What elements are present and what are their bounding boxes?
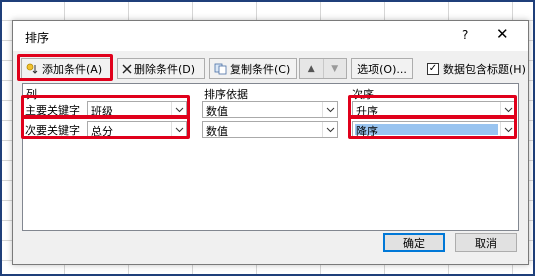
column-header-order: 次序	[352, 88, 374, 101]
move-up-icon: ▲	[307, 63, 315, 74]
delete-level-button[interactable]: 删除条件(D)	[117, 58, 205, 79]
secondary-order-select[interactable]: 降序	[352, 121, 516, 138]
secondary-column-select[interactable]: 总分	[87, 121, 187, 138]
chevron-down-icon	[322, 102, 337, 117]
has-headers-checkbox[interactable]: ✓ 数据包含标题(H)	[427, 61, 526, 77]
chevron-down-icon	[500, 122, 515, 137]
options-label: 选项(O)...	[357, 62, 407, 76]
add-level-button[interactable]: 添加条件(A)	[21, 58, 111, 79]
dialog-title: 排序	[25, 31, 50, 45]
secondary-basis-select[interactable]: 数值	[202, 121, 338, 138]
column-header-col: 列	[26, 88, 37, 101]
move-up-button[interactable]: ▲	[300, 59, 323, 78]
secondary-order-value: 降序	[356, 125, 378, 138]
ok-button[interactable]: 确定	[383, 233, 445, 252]
close-button[interactable]: ✕	[496, 25, 509, 43]
copy-level-label: 复制条件(C)	[230, 62, 291, 76]
dialog-titlebar: 排序 ? ✕	[13, 21, 528, 51]
options-button[interactable]: 选项(O)...	[351, 58, 413, 79]
has-headers-label: 数据包含标题(H)	[443, 63, 526, 76]
cancel-label: 取消	[475, 236, 497, 250]
primary-column-value: 班级	[91, 105, 113, 118]
delete-x-icon	[122, 64, 132, 74]
ok-label: 确定	[403, 236, 425, 250]
move-down-button[interactable]: ▼	[322, 59, 347, 78]
delete-level-label: 删除条件(D)	[134, 62, 196, 76]
primary-key-label: 主要关键字	[25, 104, 80, 117]
chevron-down-icon	[171, 102, 186, 117]
sort-levels-table: 列 排序依据 次序 主要关键字 班级 数值 升序 次要关键字 总分 数值 降序	[22, 83, 519, 231]
chevron-down-icon	[322, 122, 337, 137]
secondary-column-value: 总分	[91, 125, 113, 138]
cancel-button[interactable]: 取消	[455, 233, 517, 252]
chevron-down-icon	[171, 122, 186, 137]
secondary-basis-value: 数值	[206, 125, 228, 138]
checkbox-check-icon: ✓	[427, 63, 439, 75]
primary-order-value: 升序	[356, 105, 378, 118]
primary-order-select[interactable]: 升序	[352, 101, 516, 118]
primary-basis-value: 数值	[206, 105, 228, 118]
move-down-icon: ▼	[331, 63, 339, 74]
primary-column-select[interactable]: 班级	[87, 101, 187, 118]
help-button[interactable]: ?	[462, 28, 468, 42]
primary-basis-select[interactable]: 数值	[202, 101, 338, 118]
add-level-label: 添加条件(A)	[42, 62, 103, 76]
move-buttons: ▲ ▼	[299, 58, 347, 79]
secondary-key-label: 次要关键字	[25, 124, 80, 137]
column-header-basis: 排序依据	[204, 88, 248, 101]
chevron-down-icon	[500, 102, 515, 117]
copy-level-button[interactable]: 复制条件(C)	[209, 58, 297, 79]
sort-dialog: 排序 ? ✕ 添加条件(A) 删除条件(D) 复制条件(C) ▲ ▼ 选项(O)…	[12, 20, 529, 265]
copy-icon	[214, 63, 228, 75]
add-level-icon	[26, 63, 40, 75]
